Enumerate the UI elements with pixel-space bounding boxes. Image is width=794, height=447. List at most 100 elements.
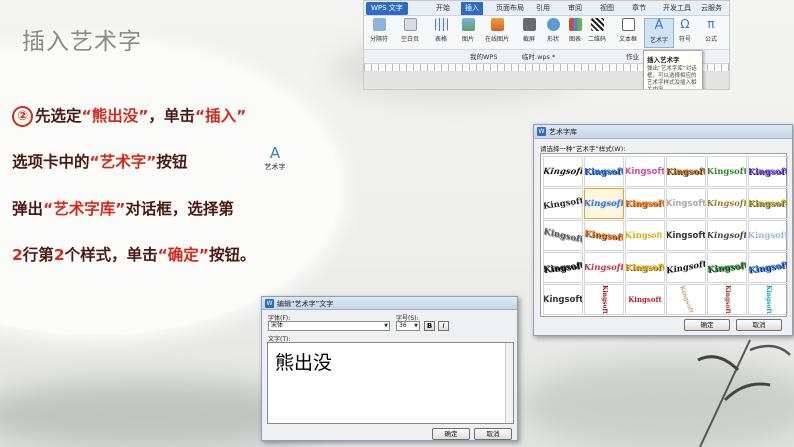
- wordart-style-cell[interactable]: Kingsoft: [707, 252, 747, 283]
- qrcode-button[interactable]: 二维码: [582, 18, 612, 43]
- size-value: 36: [399, 322, 407, 329]
- italic-button[interactable]: I: [438, 321, 449, 331]
- button-label: 表格: [434, 36, 447, 43]
- dialog-titlebar: W 编辑“艺术字”文字: [262, 297, 517, 310]
- wordart-sample: Kingsoft: [625, 229, 663, 242]
- highlight-run: 2: [53, 246, 65, 264]
- tab-page-layout[interactable]: 页面布局: [496, 3, 524, 14]
- tab-section[interactable]: 章节: [632, 3, 646, 14]
- wordart-sample: Kingsoft: [707, 230, 747, 241]
- wordart-style-cell[interactable]: Kingsoft: [584, 252, 624, 283]
- text-run: 按钮。: [209, 246, 256, 264]
- art-text-icon-chip: A 艺术字: [258, 145, 292, 177]
- wordart-style-cell[interactable]: Kingsoft: [543, 284, 583, 315]
- wordart-style-cell[interactable]: Kingsoft: [666, 284, 706, 315]
- wordart-style-cell[interactable]: Kingsoft: [707, 284, 747, 315]
- wordart-sample: Kingsoft: [707, 198, 747, 209]
- dialog-titlebar: W 艺术字库: [534, 125, 792, 139]
- wordart-style-cell[interactable]: Kingsoft: [584, 220, 624, 251]
- table-button[interactable]: 表格: [426, 18, 456, 43]
- tab-view[interactable]: 视图: [600, 3, 614, 14]
- art-text-value: 熊出没: [275, 352, 333, 374]
- wordart-sample: Kingsoft: [723, 285, 731, 314]
- tab-home[interactable]: 开始: [436, 3, 450, 14]
- text-run: 行第: [22, 246, 54, 264]
- button-label: 文本框: [618, 36, 637, 43]
- size-select[interactable]: 36 ▼: [396, 321, 420, 331]
- chevron-down-icon: ▼: [414, 323, 418, 329]
- tab-insert[interactable]: 插入: [461, 2, 483, 15]
- tab-cloud[interactable]: 云服务: [701, 3, 722, 14]
- doc-tab-temp[interactable]: 临时.wps *: [522, 52, 555, 62]
- button-label: 艺术字: [649, 37, 668, 44]
- wordart-style-cell[interactable]: Kingsoft: [748, 156, 788, 187]
- wordart-sample: Kingsoft: [584, 166, 624, 177]
- wordart-style-cell[interactable]: Kingsoft: [748, 252, 788, 283]
- cancel-button[interactable]: 取消: [474, 428, 512, 440]
- page-break-button[interactable]: 分隔符: [364, 18, 394, 43]
- doc-tab-my-wps[interactable]: 我的WPS: [470, 52, 497, 62]
- wordart-sample: Kingsoft: [707, 260, 747, 275]
- blank-page-button[interactable]: 空白页: [395, 18, 425, 43]
- wps-app-button[interactable]: WPS 文字: [366, 2, 408, 15]
- ok-button[interactable]: 确定: [684, 319, 730, 331]
- wordart-style-cell[interactable]: Kingsoft: [584, 156, 624, 187]
- tab-review[interactable]: 审阅: [568, 3, 582, 14]
- slide: 插入艺术字 ② 先选定“熊出没”，单击“插入” 选项卡中的“艺术字”按钮 弹出“艺…: [0, 0, 794, 447]
- bold-button[interactable]: B: [424, 321, 435, 331]
- dialog-title: 编辑“艺术字”文字: [277, 300, 334, 308]
- bamboo-decoration: [697, 339, 791, 447]
- textbox-button[interactable]: 文本框: [613, 18, 643, 43]
- wordart-style-cell[interactable]: Kingsoft: [748, 284, 788, 315]
- wordart-style-cell[interactable]: Kingsoft: [543, 188, 583, 219]
- gallery-prompt: 请选择一种“艺术字”样式(W):: [540, 145, 626, 153]
- wordart-style-cell[interactable]: Kingsoft: [666, 156, 706, 187]
- wordart-style-cell[interactable]: Kingsoft: [625, 188, 665, 219]
- screenshot-icon: [522, 18, 536, 31]
- wordart-style-cell[interactable]: Kingsoft: [666, 220, 706, 251]
- cancel-button[interactable]: 取消: [736, 319, 782, 331]
- wordart-style-cell[interactable]: Kingsoft: [707, 220, 747, 251]
- art-text-input[interactable]: 熊出没: [267, 342, 514, 424]
- wordart-style-cell[interactable]: Kingsoft: [707, 156, 747, 187]
- shapes-icon: [546, 18, 560, 31]
- formula-button[interactable]: π 公式: [696, 18, 726, 44]
- wordart-sample: Kingsoft: [628, 295, 662, 304]
- wordart-style-cell[interactable]: Kingsoft: [666, 188, 706, 219]
- wordart-sample: Kingsoft: [625, 166, 665, 177]
- wordart-sample: Kingsoft: [625, 198, 665, 209]
- wordart-style-cell[interactable]: Kingsoft: [748, 220, 788, 251]
- font-value: 宋体: [271, 322, 284, 329]
- textbox-icon: [621, 18, 635, 31]
- button-label: 分隔符: [369, 36, 388, 43]
- wordart-style-cell[interactable]: Kingsoft: [625, 284, 665, 315]
- wordart-style-cell[interactable]: Kingsoft: [666, 252, 706, 283]
- doc-tab-homework[interactable]: 作业: [626, 52, 639, 62]
- wordart-style-cell[interactable]: Kingsoft: [625, 220, 665, 251]
- wordart-style-cell[interactable]: Kingsoft: [543, 252, 583, 283]
- chevron-down-icon: ▼: [384, 323, 388, 329]
- highlight-run: “确定”: [157, 246, 209, 264]
- online-picture-icon: [490, 18, 504, 31]
- picture-button[interactable]: 图片: [453, 18, 483, 43]
- scrollbar[interactable]: [505, 343, 513, 423]
- tooltip-title: 插入艺术字: [647, 56, 680, 64]
- wordart-style-cell[interactable]: Kingsoft: [625, 156, 665, 187]
- tab-references[interactable]: 引用: [536, 3, 550, 14]
- ok-button[interactable]: 确定: [432, 428, 470, 440]
- wordart-sample: Kingsoft: [748, 230, 788, 241]
- wordart-style-cell[interactable]: Kingsoft: [748, 188, 788, 219]
- wordart-sample: Kingsoft: [748, 166, 788, 177]
- wordart-style-cell[interactable]: Kingsoft: [707, 188, 747, 219]
- wordart-style-cell[interactable]: Kingsoft: [625, 252, 665, 283]
- wordart-style-cell[interactable]: Kingsoft: [584, 188, 624, 219]
- instruction-line-3: 弹出“艺术字库”对话框，选择第: [12, 197, 234, 219]
- wordart-style-cell[interactable]: Kingsoft: [543, 156, 583, 187]
- art-text-caption: 艺术字: [264, 163, 286, 171]
- wordart-style-cell[interactable]: Kingsoft: [584, 284, 624, 315]
- tab-developer[interactable]: 开发工具: [663, 3, 691, 14]
- wordart-sample: Kingsoft: [543, 226, 583, 245]
- wordart-style-cell[interactable]: Kingsoft: [543, 220, 583, 251]
- font-select[interactable]: 宋体 ▼: [268, 321, 390, 331]
- online-picture-button[interactable]: 在线图片: [480, 18, 514, 43]
